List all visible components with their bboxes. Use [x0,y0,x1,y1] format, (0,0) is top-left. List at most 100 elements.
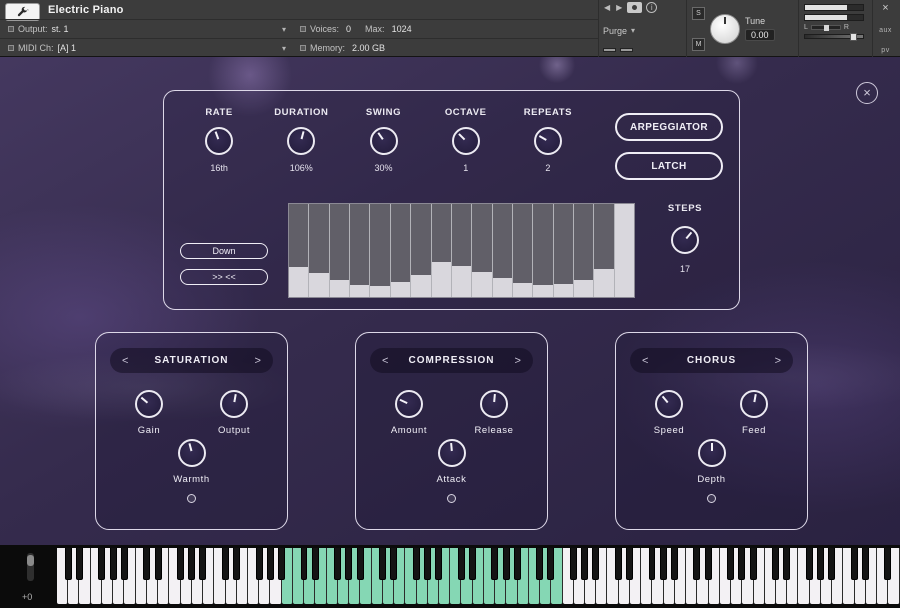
rate-knob[interactable] [205,127,233,155]
black-key[interactable] [536,548,543,580]
black-key[interactable] [660,548,667,580]
black-key[interactable] [413,548,420,580]
duration-knob[interactable] [287,127,315,155]
pv-toggle[interactable]: pv [881,47,889,54]
latch-toggle-button[interactable]: LATCH [615,152,723,180]
black-key[interactable] [884,548,891,580]
black-key[interactable] [222,548,229,580]
black-key[interactable] [547,548,554,580]
octave-knob[interactable] [452,127,480,155]
black-key[interactable] [301,548,308,580]
prev-effect-icon[interactable]: < [122,355,128,367]
snapshot-camera-icon[interactable] [627,2,642,13]
volume-handle[interactable] [850,33,857,41]
black-key[interactable] [503,548,510,580]
black-key[interactable] [626,548,633,580]
gain-knob[interactable] [135,390,163,418]
attack-knob[interactable] [438,439,466,467]
black-key[interactable] [727,548,734,580]
black-key[interactable] [155,548,162,580]
black-key[interactable] [233,548,240,580]
black-key[interactable] [458,548,465,580]
black-key[interactable] [671,548,678,580]
black-key[interactable] [267,548,274,580]
close-icon[interactable]: × [882,3,888,13]
keyboard-scrollbar[interactable] [27,553,34,581]
speed-knob[interactable] [655,390,683,418]
black-key[interactable] [188,548,195,580]
release-knob[interactable] [480,390,508,418]
compression-power-led[interactable] [447,494,456,503]
tune-knob[interactable] [710,14,740,44]
black-key[interactable] [491,548,498,580]
next-effect-icon[interactable]: > [255,355,261,367]
pan-slider[interactable] [811,25,841,30]
step-bar[interactable] [309,204,329,297]
black-key[interactable] [312,548,319,580]
black-key[interactable] [256,548,263,580]
step-sequencer[interactable] [288,203,635,298]
arpeggiator-toggle-button[interactable]: ARPEGGIATOR [615,113,723,141]
step-bar[interactable] [330,204,350,297]
black-key[interactable] [278,548,285,580]
prev-effect-icon[interactable]: < [642,355,648,367]
swing-knob[interactable] [370,127,398,155]
black-key[interactable] [334,548,341,580]
step-bar[interactable] [432,204,452,297]
panel-close-button[interactable]: × [856,82,878,104]
black-key[interactable] [615,548,622,580]
black-key[interactable] [469,548,476,580]
black-key[interactable] [357,548,364,580]
info-icon[interactable]: i [646,2,657,13]
step-bar[interactable] [472,204,492,297]
black-key[interactable] [76,548,83,580]
step-bar[interactable] [513,204,533,297]
black-key[interactable] [390,548,397,580]
black-key[interactable] [862,548,869,580]
black-key[interactable] [851,548,858,580]
black-key[interactable] [772,548,779,580]
black-key[interactable] [817,548,824,580]
order-button[interactable]: >> << [180,269,268,285]
volume-slider[interactable] [804,34,864,39]
step-bar[interactable] [289,204,309,297]
black-key[interactable] [783,548,790,580]
mute-button[interactable]: M [692,38,705,51]
black-key[interactable] [581,548,588,580]
black-key[interactable] [705,548,712,580]
step-bar[interactable] [493,204,513,297]
solo-button[interactable]: S [692,7,705,20]
prev-instrument-button[interactable]: ◀ [603,2,611,13]
prev-effect-icon[interactable]: < [382,355,388,367]
black-key[interactable] [828,548,835,580]
black-key[interactable] [177,548,184,580]
black-key[interactable] [806,548,813,580]
direction-button[interactable]: Down [180,243,268,259]
step-bar[interactable] [615,204,634,297]
purge-button[interactable]: Purge ▾ [603,26,635,36]
black-key[interactable] [143,548,150,580]
step-bar[interactable] [533,204,553,297]
black-key[interactable] [693,548,700,580]
step-bar[interactable] [452,204,472,297]
black-key[interactable] [65,548,72,580]
black-key[interactable] [110,548,117,580]
repeats-knob[interactable] [534,127,562,155]
output-dropdown[interactable]: Output: st. 1 ▾ [8,24,286,34]
step-bar[interactable] [554,204,574,297]
black-key[interactable] [424,548,431,580]
feed-knob[interactable] [740,390,768,418]
black-key[interactable] [649,548,656,580]
black-key[interactable] [738,548,745,580]
transpose-value[interactable]: +0 [22,592,32,602]
next-effect-icon[interactable]: > [775,355,781,367]
step-bar[interactable] [370,204,390,297]
step-bar[interactable] [574,204,594,297]
black-key[interactable] [750,548,757,580]
black-key[interactable] [570,548,577,580]
saturation-power-led[interactable] [187,494,196,503]
black-key[interactable] [379,548,386,580]
step-bar[interactable] [594,204,614,297]
black-key[interactable] [199,548,206,580]
amount-knob[interactable] [395,390,423,418]
